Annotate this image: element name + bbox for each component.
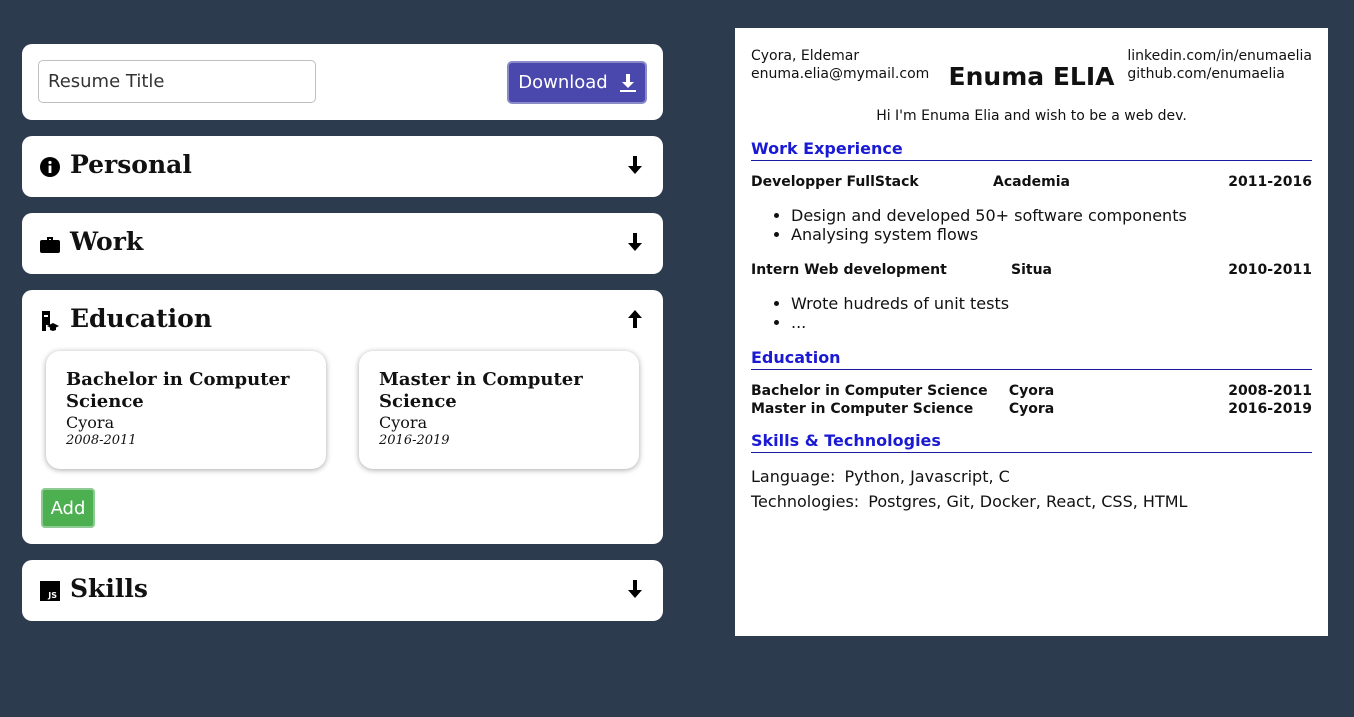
svg-text:JS: JS bbox=[47, 591, 57, 600]
resume-summary: Hi I'm Enuma Elia and wish to be a web d… bbox=[876, 108, 1187, 124]
section-skills-header[interactable]: JS Skills bbox=[22, 560, 663, 621]
section-education: Education Bachelor in Computer Science C… bbox=[22, 290, 663, 544]
resume-preview: Cyora, Eldemar enuma.elia@mymail.com Enu… bbox=[735, 28, 1328, 636]
education-dates: 2008-2011 bbox=[66, 433, 137, 448]
resume-skill-line: Technologies: Postgres, Git, Docker, Rea… bbox=[751, 492, 1187, 512]
resume-contact-right: linkedin.com/in/enumaelia github.com/enu… bbox=[1127, 47, 1312, 83]
resume-education-row: Bachelor in Computer Science Cyora 2008-… bbox=[751, 383, 1312, 401]
section-work-header[interactable]: Work bbox=[22, 213, 663, 274]
education-school: Cyora bbox=[379, 413, 428, 432]
education-card[interactable]: Bachelor in Computer Science Cyora 2008-… bbox=[46, 351, 326, 469]
work-bullets: Wrote hudreds of unit tests ... bbox=[751, 294, 1009, 332]
resume-github: github.com/enumaelia bbox=[1127, 66, 1285, 82]
skill-label: Language: bbox=[751, 467, 836, 486]
skill-label: Technologies: bbox=[751, 492, 860, 511]
work-bullet: Design and developed 50+ software compon… bbox=[791, 206, 1187, 225]
add-education-button[interactable]: Add bbox=[41, 488, 95, 528]
skill-value: Python, Javascript, C bbox=[844, 467, 1010, 486]
briefcase-icon bbox=[40, 237, 60, 253]
resume-education-heading: Education bbox=[751, 348, 1312, 370]
skill-value: Postgres, Git, Docker, React, CSS, HTML bbox=[868, 492, 1188, 511]
work-dates: 2011-2016 bbox=[1228, 174, 1312, 190]
education-card[interactable]: Master in Computer Science Cyora 2016-20… bbox=[359, 351, 639, 469]
info-icon bbox=[40, 157, 60, 177]
section-personal-header[interactable]: Personal bbox=[22, 136, 663, 197]
section-title: Work bbox=[70, 227, 144, 256]
work-bullet: Analysing system flows bbox=[791, 225, 1187, 244]
resume-title-input[interactable] bbox=[38, 60, 316, 103]
resume-work-row: Developper FullStack Academia 2011-2016 bbox=[751, 174, 1312, 192]
section-personal: Personal bbox=[22, 136, 663, 197]
education-degree: Master in Computer Science bbox=[379, 369, 583, 412]
arrow-down-icon[interactable] bbox=[627, 579, 643, 599]
education-degree: Bachelor in Computer Science bbox=[66, 369, 290, 412]
work-bullet: ... bbox=[791, 313, 1009, 332]
school-icon bbox=[42, 311, 59, 331]
resume-linkedin: linkedin.com/in/enumaelia bbox=[1127, 48, 1312, 64]
download-icon bbox=[619, 73, 636, 92]
work-bullets: Design and developed 50+ software compon… bbox=[751, 206, 1187, 244]
section-title: Education bbox=[70, 304, 213, 333]
resume-skills-heading: Skills & Technologies bbox=[751, 431, 1312, 453]
section-work: Work bbox=[22, 213, 663, 274]
arrow-up-icon[interactable] bbox=[627, 309, 643, 329]
section-skills: JS Skills bbox=[22, 560, 663, 621]
title-bar: Download bbox=[22, 44, 663, 120]
js-icon: JS bbox=[40, 581, 60, 601]
section-title: Skills bbox=[70, 574, 148, 603]
education-dates: 2016-2019 bbox=[1228, 401, 1312, 417]
download-button[interactable]: Download bbox=[507, 61, 647, 104]
resume-work-heading: Work Experience bbox=[751, 139, 1312, 161]
resume-education-row: Master in Computer Science Cyora 2016-20… bbox=[751, 401, 1312, 419]
section-education-header[interactable]: Education bbox=[22, 290, 663, 351]
work-dates: 2010-2011 bbox=[1228, 262, 1312, 278]
resume-work-row: Intern Web development Situa 2010-2011 bbox=[751, 262, 1312, 280]
work-bullet: Wrote hudreds of unit tests bbox=[791, 294, 1009, 313]
section-title: Personal bbox=[70, 150, 192, 179]
download-label: Download bbox=[518, 72, 608, 93]
education-dates: 2016-2019 bbox=[379, 433, 450, 448]
education-school: Cyora bbox=[66, 413, 115, 432]
arrow-down-icon[interactable] bbox=[627, 155, 643, 175]
resume-skill-line: Language: Python, Javascript, C bbox=[751, 467, 1010, 487]
arrow-down-icon[interactable] bbox=[627, 232, 643, 252]
education-dates: 2008-2011 bbox=[1228, 383, 1312, 399]
